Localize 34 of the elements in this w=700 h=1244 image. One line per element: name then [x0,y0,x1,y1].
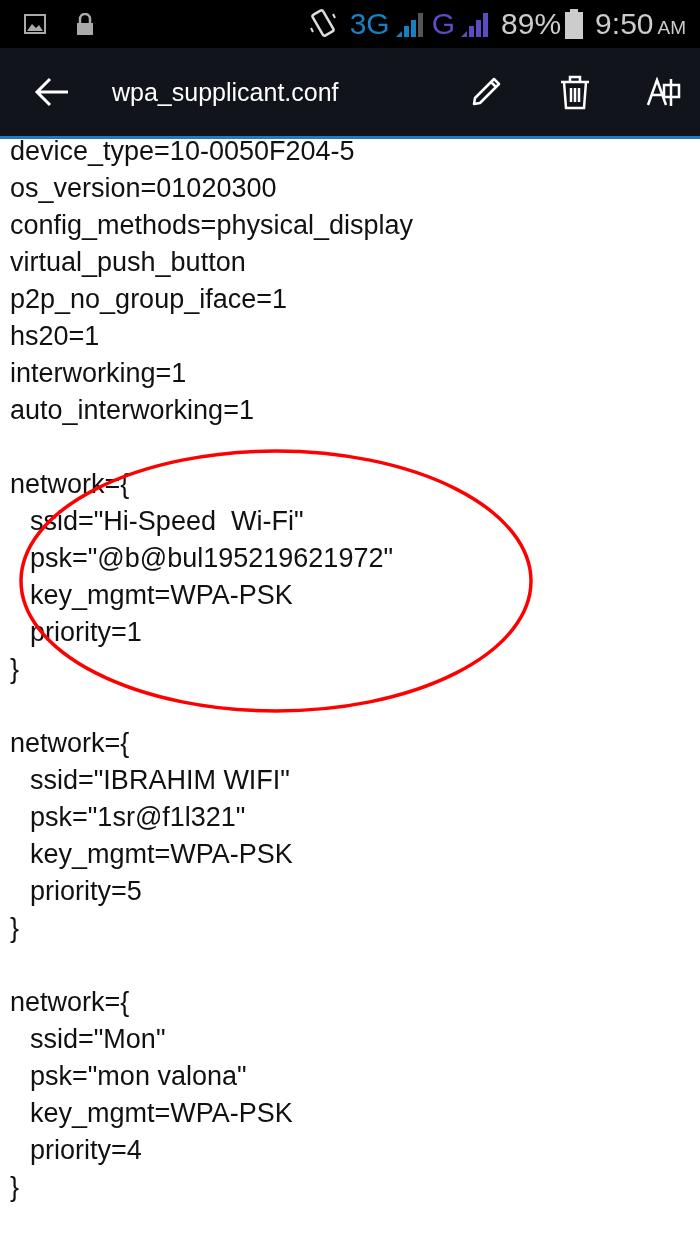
config-line: virtual_push_button [10,246,246,279]
battery-icon [565,9,584,39]
lock-icon [76,13,94,35]
config-line: key_mgmt=WPA-PSK [30,579,293,612]
config-line: } [10,653,20,686]
config-line: config_methods=physical_display [10,209,413,242]
clock-meridiem: AM [657,17,686,39]
config-line: } [10,912,20,945]
config-line: device_type=10-0050F204-5 [10,135,355,168]
config-line: network={ [10,986,130,1019]
network-type: G [431,7,456,41]
config-line: priority=4 [30,1134,142,1167]
config-line: key_mgmt=WPA-PSK [30,838,293,871]
image-icon [24,14,46,34]
config-line: key_mgmt=WPA-PSK [30,1097,293,1130]
config-line: interworking=1 [10,357,187,390]
battery-percent: 89% [501,7,562,41]
config-line: auto_interworking=1 [10,394,254,427]
config-line: psk="1sr@f1l321" [30,801,246,834]
config-line: psk="@b@bul195219621972" [30,542,393,575]
config-line: } [10,1171,20,1204]
config-line: ssid="IBRAHIM WIFI" [30,764,290,797]
config-line: p2p_no_group_iface=1 [10,283,287,316]
config-line: hs20=1 [10,320,100,353]
clock-time: 9:50 [595,7,654,41]
config-line: psk="mon valona" [30,1060,247,1093]
config-line: os_version=01020300 [10,172,277,205]
config-line: priority=5 [30,875,142,908]
config-line: ssid="Mon" [30,1023,166,1056]
signal-icon [459,11,490,37]
config-line: network={ [10,727,130,760]
file-title: wpa_supplicant.conf [112,77,340,107]
vibrate-icon [307,8,338,40]
network-type: 3G [349,7,390,41]
